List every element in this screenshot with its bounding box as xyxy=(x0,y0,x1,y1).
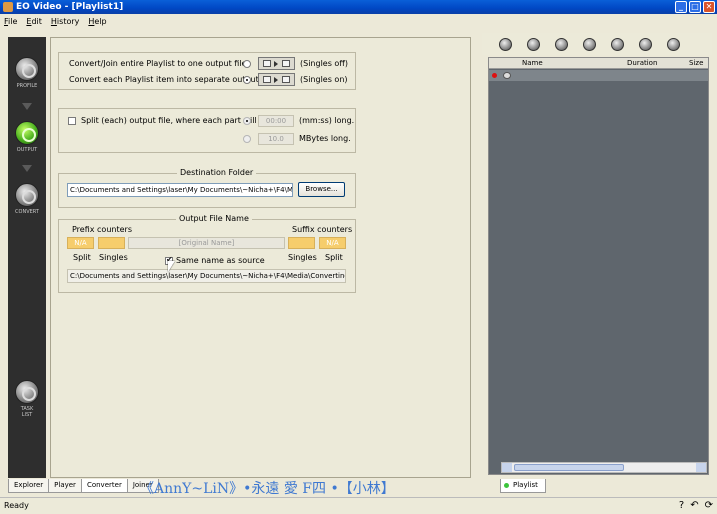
info-icon[interactable] xyxy=(639,37,652,51)
sidebar: PROFILE OUTPUT CONVERT TASK LIST xyxy=(8,37,46,478)
prefix-counters-label: Prefix counters xyxy=(72,225,132,234)
tab-playlist[interactable]: Playlist xyxy=(500,479,546,493)
destination-folder-group: Destination Folder C:\Documents and Sett… xyxy=(58,168,356,208)
edit-icon[interactable] xyxy=(583,37,596,51)
browse-button[interactable]: Browse... xyxy=(298,182,345,197)
app-icon xyxy=(3,2,13,12)
prefix-singles-counter[interactable] xyxy=(98,237,125,249)
minimize-button[interactable]: _ xyxy=(675,1,687,13)
output-file-name-group: Output File Name Prefix counters Suffix … xyxy=(58,214,356,293)
convert-label: CONVERT xyxy=(15,209,39,215)
menu-file[interactable]: File xyxy=(4,17,17,26)
suffix-counters-label: Suffix counters xyxy=(292,225,353,234)
column-duration[interactable]: Duration xyxy=(627,59,657,67)
join-option-2-note: (Singles on) xyxy=(300,75,348,84)
profile-icon xyxy=(15,57,39,81)
suffix-singles-label: Singles xyxy=(288,253,317,262)
record-dot-icon xyxy=(492,73,497,78)
join-option-1-note: (Singles off) xyxy=(300,59,348,68)
menu-history[interactable]: History xyxy=(51,17,79,26)
task-list-label-2: LIST xyxy=(21,412,33,418)
undo-icon[interactable]: ↶ xyxy=(690,500,698,512)
output-label: OUTPUT xyxy=(16,147,38,153)
convert-icon xyxy=(15,183,39,207)
column-name[interactable]: Name xyxy=(522,59,543,67)
status-text: Ready xyxy=(4,501,29,510)
column-size[interactable]: Size xyxy=(689,59,703,67)
prefix-split-label: Split xyxy=(73,253,91,262)
converter-panel: Convert/Join entire Playlist to one outp… xyxy=(50,37,471,478)
suffix-split-label: Split xyxy=(325,253,343,262)
status-bar: Ready ? ↶ ⟳ xyxy=(0,497,717,514)
menu-help[interactable]: Help xyxy=(88,17,106,26)
tab-converter[interactable]: Converter xyxy=(80,479,128,493)
separate-mode-icon xyxy=(258,73,295,86)
eye-icon xyxy=(503,72,511,79)
suffix-singles-counter[interactable] xyxy=(288,237,315,249)
split-size-field[interactable]: 10.0 xyxy=(258,133,294,145)
split-checkbox[interactable] xyxy=(68,117,76,125)
menu-edit[interactable]: Edit xyxy=(26,17,42,26)
menu-bar: File Edit History Help xyxy=(0,14,717,28)
playlist-row[interactable] xyxy=(489,70,708,81)
split-time-field[interactable]: 00:00 xyxy=(258,115,294,127)
scroll-left-icon[interactable] xyxy=(502,463,512,472)
help-icon[interactable]: ? xyxy=(679,500,684,512)
watermark-text: 《AnnY~LiN》•永遠 愛 F四 •【小林】 xyxy=(140,481,395,497)
profile-nav-button[interactable]: PROFILE xyxy=(8,57,46,89)
join-mode-icon xyxy=(258,57,295,70)
suffix-split-counter[interactable]: N/A xyxy=(319,237,346,249)
tab-explorer[interactable]: Explorer xyxy=(8,479,50,493)
output-nav-button[interactable]: OUTPUT xyxy=(8,121,46,153)
task-list-nav-button[interactable]: TASK LIST xyxy=(8,380,46,418)
output-icon xyxy=(15,121,39,145)
output-file-name-title: Output File Name xyxy=(176,214,252,223)
tab-player[interactable]: Player xyxy=(48,479,82,493)
add-folder-icon[interactable] xyxy=(527,37,540,51)
mouse-cursor-icon xyxy=(168,261,175,272)
join-mode-group: Convert/Join entire Playlist to one outp… xyxy=(58,52,356,90)
task-list-icon xyxy=(15,380,39,404)
output-path-preview: C:\Documents and Settings\laser\My Docum… xyxy=(67,269,346,283)
arrow-down-icon xyxy=(22,103,32,110)
split-label: Split (each) output file, where each par… xyxy=(81,116,270,125)
preview-eye-icon[interactable] xyxy=(555,37,568,51)
playlist-toolbar xyxy=(482,33,712,55)
window-title: EO Video - [Playlist1] xyxy=(16,2,124,12)
arrow-down-icon xyxy=(22,165,32,172)
split-size-unit: MBytes long. xyxy=(299,134,351,143)
bottom-tabs: Explorer Player Converter Joiner xyxy=(8,479,159,493)
split-by-time-radio[interactable] xyxy=(243,117,251,125)
split-by-size-radio[interactable] xyxy=(243,135,251,143)
remove-icon[interactable] xyxy=(667,37,680,51)
scroll-thumb[interactable] xyxy=(514,464,624,471)
prefix-split-counter[interactable]: N/A xyxy=(67,237,94,249)
split-group: Split (each) output file, where each par… xyxy=(58,108,356,153)
close-button[interactable]: ✕ xyxy=(703,1,715,13)
split-time-unit: (mm:ss) long. xyxy=(299,116,355,125)
playlist-panel: Name Duration Size xyxy=(488,57,709,475)
destination-folder-title: Destination Folder xyxy=(177,168,257,177)
join-option-1-radio[interactable] xyxy=(243,60,251,68)
destination-path-input[interactable]: C:\Documents and Settings\laser\My Docum… xyxy=(67,183,293,197)
join-option-1-label: Convert/Join entire Playlist to one outp… xyxy=(69,59,247,68)
profile-label: PROFILE xyxy=(16,83,38,89)
playlist-header: Name Duration Size xyxy=(489,58,708,69)
convert-nav-button[interactable]: CONVERT xyxy=(8,183,46,215)
horizontal-scrollbar[interactable] xyxy=(501,462,707,473)
scroll-right-icon[interactable] xyxy=(696,463,706,472)
add-file-icon[interactable] xyxy=(499,37,512,51)
loop-icon[interactable]: ⟳ xyxy=(705,500,713,512)
join-option-2-radio[interactable] xyxy=(243,76,251,84)
prefix-singles-label: Singles xyxy=(99,253,128,262)
original-name-field: [Original Name] xyxy=(128,237,285,249)
title-bar: EO Video - [Playlist1] _ □ ✕ xyxy=(0,0,717,14)
stop-icon[interactable] xyxy=(611,37,624,51)
same-name-label: Same name as source xyxy=(176,256,265,265)
maximize-button[interactable]: □ xyxy=(689,1,701,13)
